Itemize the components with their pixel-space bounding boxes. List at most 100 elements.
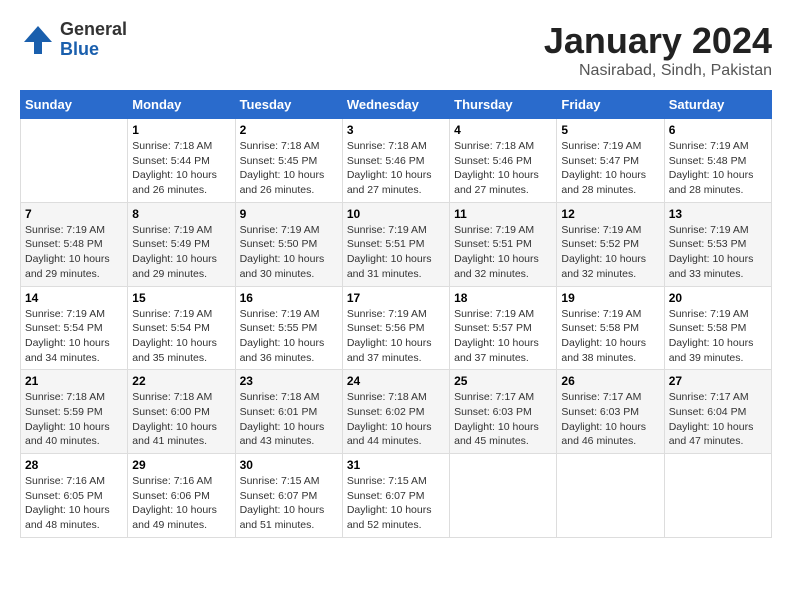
- title-block: January 2024 Nasirabad, Sindh, Pakistan: [544, 20, 772, 80]
- day-number: 24: [347, 374, 445, 388]
- day-number: 14: [25, 291, 123, 305]
- day-info: Sunrise: 7:19 AM Sunset: 5:47 PM Dayligh…: [561, 139, 659, 198]
- day-info: Sunrise: 7:18 AM Sunset: 5:44 PM Dayligh…: [132, 139, 230, 198]
- day-number: 13: [669, 207, 767, 221]
- day-info: Sunrise: 7:15 AM Sunset: 6:07 PM Dayligh…: [347, 474, 445, 533]
- day-info: Sunrise: 7:18 AM Sunset: 6:02 PM Dayligh…: [347, 390, 445, 449]
- day-number: 16: [240, 291, 338, 305]
- calendar-header-row: SundayMondayTuesdayWednesdayThursdayFrid…: [21, 91, 772, 119]
- calendar-cell: 7Sunrise: 7:19 AM Sunset: 5:48 PM Daylig…: [21, 202, 128, 286]
- calendar-cell: 15 Sunrise: 7:19 AM Sunset: 5:54 PM Dayli…: [128, 286, 235, 370]
- day-info: Sunrise: 7:18 AM Sunset: 5:46 PM Dayligh…: [347, 139, 445, 198]
- day-info: Sunrise: 7:15 AM Sunset: 6:07 PM Dayligh…: [240, 474, 338, 533]
- day-info: Sunrise: 7:19 AM Sunset: 5:51 PM Dayligh…: [347, 223, 445, 282]
- calendar-cell: 5 Sunrise: 7:19 AM Sunset: 5:47 PM Daylig…: [557, 119, 664, 203]
- logo: General Blue: [20, 20, 127, 60]
- calendar-cell: 10 Sunrise: 7:19 AM Sunset: 5:51 PM Dayli…: [342, 202, 449, 286]
- day-number: 31: [347, 458, 445, 472]
- calendar-cell: 31 Sunrise: 7:15 AM Sunset: 6:07 PM Dayli…: [342, 454, 449, 538]
- day-number: 25: [454, 374, 552, 388]
- calendar-cell: 28Sunrise: 7:16 AM Sunset: 6:05 PM Dayli…: [21, 454, 128, 538]
- calendar-cell: 18 Sunrise: 7:19 AM Sunset: 5:57 PM Dayli…: [450, 286, 557, 370]
- column-header-sunday: Sunday: [21, 91, 128, 119]
- day-info: Sunrise: 7:19 AM Sunset: 5:50 PM Dayligh…: [240, 223, 338, 282]
- calendar-cell: 16 Sunrise: 7:19 AM Sunset: 5:55 PM Dayli…: [235, 286, 342, 370]
- day-info: Sunrise: 7:18 AM Sunset: 5:45 PM Dayligh…: [240, 139, 338, 198]
- day-number: 3: [347, 123, 445, 137]
- calendar-table: SundayMondayTuesdayWednesdayThursdayFrid…: [20, 90, 772, 538]
- day-number: 1: [132, 123, 230, 137]
- day-info: Sunrise: 7:19 AM Sunset: 5:54 PM Dayligh…: [132, 307, 230, 366]
- calendar-cell: 29 Sunrise: 7:16 AM Sunset: 6:06 PM Dayli…: [128, 454, 235, 538]
- calendar-week-row: 28Sunrise: 7:16 AM Sunset: 6:05 PM Dayli…: [21, 454, 772, 538]
- day-number: 2: [240, 123, 338, 137]
- calendar-cell: 6 Sunrise: 7:19 AM Sunset: 5:48 PM Daylig…: [664, 119, 771, 203]
- day-info: Sunrise: 7:19 AM Sunset: 5:48 PM Dayligh…: [669, 139, 767, 198]
- day-info: Sunrise: 7:18 AM Sunset: 6:01 PM Dayligh…: [240, 390, 338, 449]
- calendar-cell: [664, 454, 771, 538]
- day-number: 9: [240, 207, 338, 221]
- column-header-friday: Friday: [557, 91, 664, 119]
- day-number: 5: [561, 123, 659, 137]
- day-number: 29: [132, 458, 230, 472]
- calendar-cell: 12Sunrise: 7:19 AM Sunset: 5:52 PM Dayli…: [557, 202, 664, 286]
- calendar-week-row: 1 Sunrise: 7:18 AM Sunset: 5:44 PM Daylig…: [21, 119, 772, 203]
- calendar-cell: 30Sunrise: 7:15 AM Sunset: 6:07 PM Dayli…: [235, 454, 342, 538]
- calendar-cell: 27Sunrise: 7:17 AM Sunset: 6:04 PM Dayli…: [664, 370, 771, 454]
- day-number: 21: [25, 374, 123, 388]
- day-number: 7: [25, 207, 123, 221]
- day-info: Sunrise: 7:19 AM Sunset: 5:58 PM Dayligh…: [669, 307, 767, 366]
- day-info: Sunrise: 7:19 AM Sunset: 5:55 PM Dayligh…: [240, 307, 338, 366]
- day-info: Sunrise: 7:18 AM Sunset: 5:46 PM Dayligh…: [454, 139, 552, 198]
- page-subtitle: Nasirabad, Sindh, Pakistan: [544, 62, 772, 80]
- calendar-cell: 11 Sunrise: 7:19 AM Sunset: 5:51 PM Dayli…: [450, 202, 557, 286]
- day-number: 18: [454, 291, 552, 305]
- calendar-cell: [557, 454, 664, 538]
- calendar-cell: 4 Sunrise: 7:18 AM Sunset: 5:46 PM Daylig…: [450, 119, 557, 203]
- column-header-saturday: Saturday: [664, 91, 771, 119]
- logo-general: General: [60, 20, 127, 40]
- day-number: 15: [132, 291, 230, 305]
- day-info: Sunrise: 7:18 AM Sunset: 5:59 PM Dayligh…: [25, 390, 123, 449]
- day-info: Sunrise: 7:19 AM Sunset: 5:56 PM Dayligh…: [347, 307, 445, 366]
- day-number: 4: [454, 123, 552, 137]
- day-info: Sunrise: 7:16 AM Sunset: 6:05 PM Dayligh…: [25, 474, 123, 533]
- day-number: 22: [132, 374, 230, 388]
- calendar-cell: 14 Sunrise: 7:19 AM Sunset: 5:54 PM Dayli…: [21, 286, 128, 370]
- day-info: Sunrise: 7:18 AM Sunset: 6:00 PM Dayligh…: [132, 390, 230, 449]
- day-info: Sunrise: 7:19 AM Sunset: 5:54 PM Dayligh…: [25, 307, 123, 366]
- calendar-week-row: 14 Sunrise: 7:19 AM Sunset: 5:54 PM Dayli…: [21, 286, 772, 370]
- calendar-cell: 13 Sunrise: 7:19 AM Sunset: 5:53 PM Dayli…: [664, 202, 771, 286]
- column-header-tuesday: Tuesday: [235, 91, 342, 119]
- day-number: 11: [454, 207, 552, 221]
- calendar-cell: 21 Sunrise: 7:18 AM Sunset: 5:59 PM Dayli…: [21, 370, 128, 454]
- calendar-cell: 25Sunrise: 7:17 AM Sunset: 6:03 PM Dayli…: [450, 370, 557, 454]
- day-info: Sunrise: 7:19 AM Sunset: 5:58 PM Dayligh…: [561, 307, 659, 366]
- calendar-cell: 23Sunrise: 7:18 AM Sunset: 6:01 PM Dayli…: [235, 370, 342, 454]
- day-info: Sunrise: 7:19 AM Sunset: 5:51 PM Dayligh…: [454, 223, 552, 282]
- calendar-cell: 3 Sunrise: 7:18 AM Sunset: 5:46 PM Daylig…: [342, 119, 449, 203]
- calendar-cell: 26 Sunrise: 7:17 AM Sunset: 6:03 PM Dayli…: [557, 370, 664, 454]
- page-title: January 2024: [544, 20, 772, 62]
- day-info: Sunrise: 7:19 AM Sunset: 5:53 PM Dayligh…: [669, 223, 767, 282]
- calendar-week-row: 7Sunrise: 7:19 AM Sunset: 5:48 PM Daylig…: [21, 202, 772, 286]
- day-number: 6: [669, 123, 767, 137]
- calendar-cell: [21, 119, 128, 203]
- column-header-wednesday: Wednesday: [342, 91, 449, 119]
- day-number: 10: [347, 207, 445, 221]
- day-number: 17: [347, 291, 445, 305]
- calendar-cell: 20Sunrise: 7:19 AM Sunset: 5:58 PM Dayli…: [664, 286, 771, 370]
- calendar-cell: 24 Sunrise: 7:18 AM Sunset: 6:02 PM Dayli…: [342, 370, 449, 454]
- calendar-week-row: 21 Sunrise: 7:18 AM Sunset: 5:59 PM Dayli…: [21, 370, 772, 454]
- day-number: 26: [561, 374, 659, 388]
- calendar-cell: [450, 454, 557, 538]
- calendar-cell: 19 Sunrise: 7:19 AM Sunset: 5:58 PM Dayli…: [557, 286, 664, 370]
- day-info: Sunrise: 7:16 AM Sunset: 6:06 PM Dayligh…: [132, 474, 230, 533]
- day-number: 8: [132, 207, 230, 221]
- day-info: Sunrise: 7:17 AM Sunset: 6:03 PM Dayligh…: [561, 390, 659, 449]
- day-number: 19: [561, 291, 659, 305]
- calendar-cell: 9 Sunrise: 7:19 AM Sunset: 5:50 PM Daylig…: [235, 202, 342, 286]
- day-info: Sunrise: 7:19 AM Sunset: 5:57 PM Dayligh…: [454, 307, 552, 366]
- logo-text: General Blue: [60, 20, 127, 60]
- logo-blue: Blue: [60, 40, 127, 60]
